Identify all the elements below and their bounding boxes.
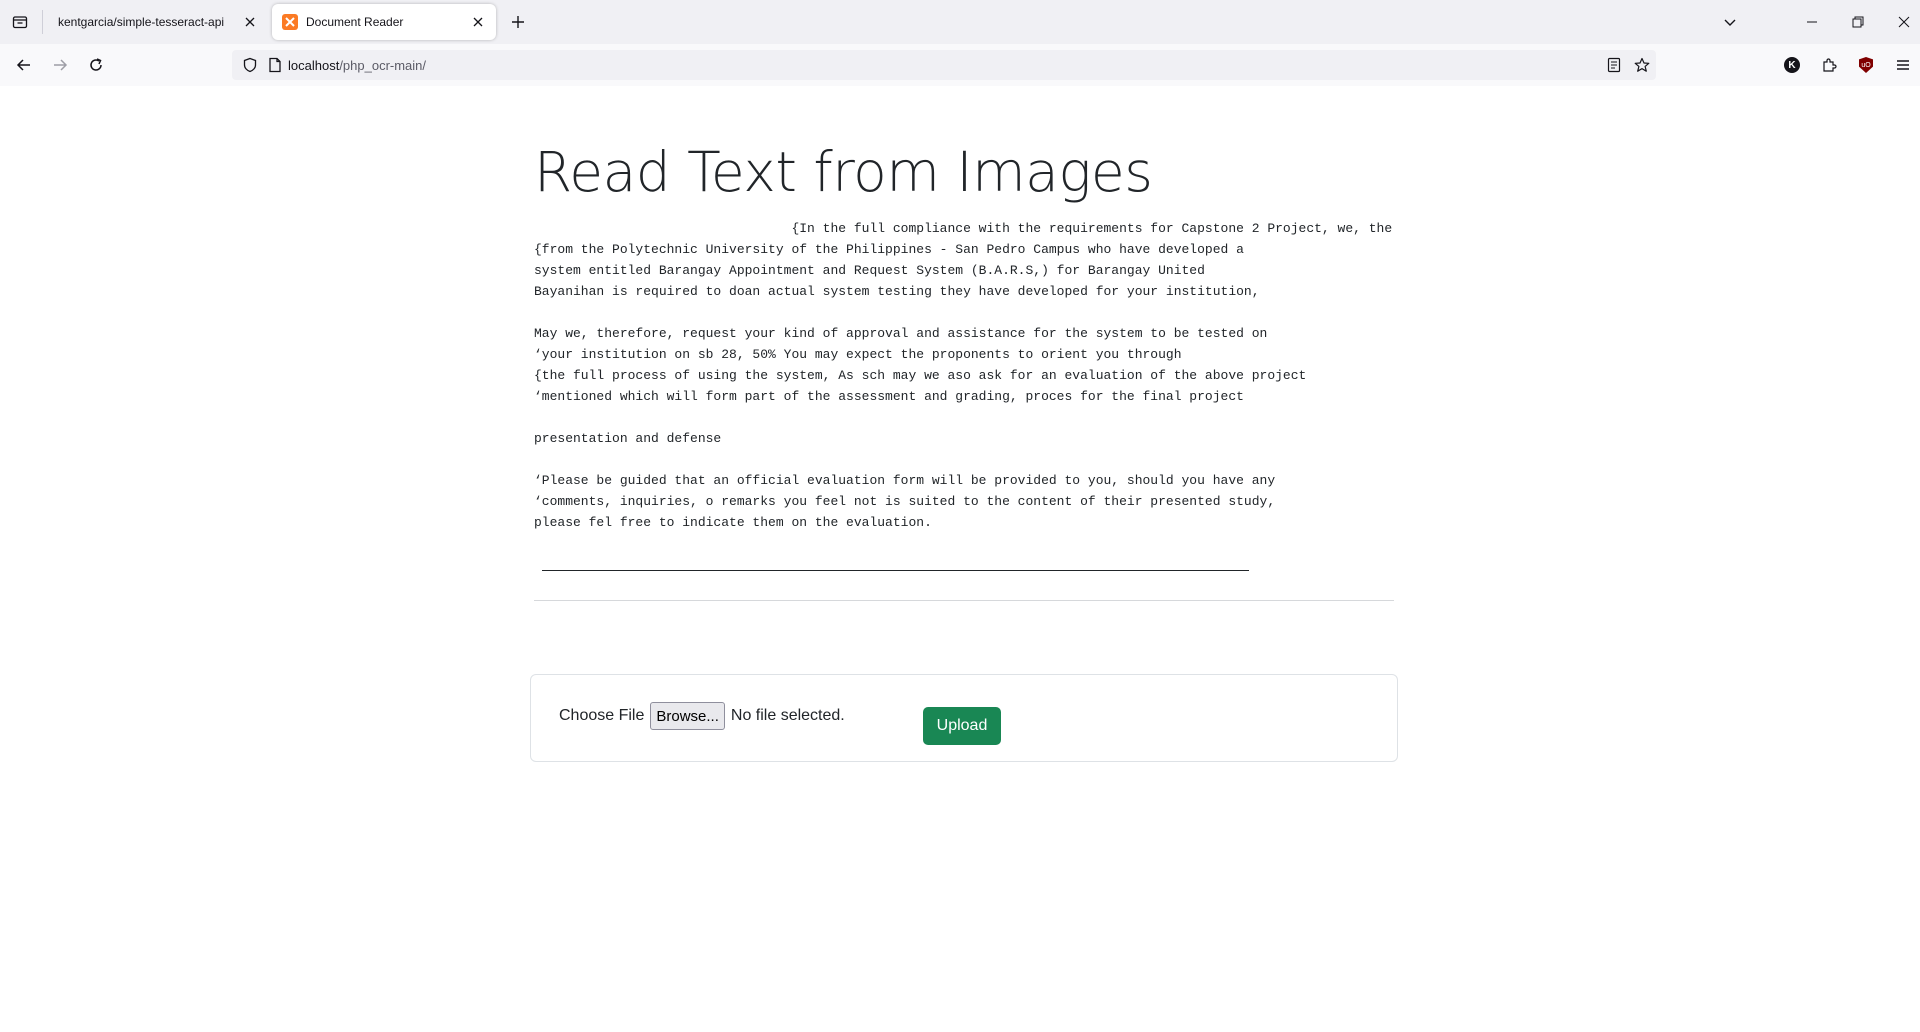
page-title: Read Text from Images xyxy=(534,140,1153,204)
reader-view-icon[interactable] xyxy=(1606,57,1622,73)
tab-title: kentgarcia/simple-tesseract-api xyxy=(58,15,225,29)
star-icon[interactable] xyxy=(1634,57,1650,73)
reload-icon[interactable] xyxy=(84,53,108,77)
chevron-down-icon[interactable] xyxy=(1714,6,1746,38)
shield-icon[interactable] xyxy=(242,57,258,73)
upload-button[interactable]: Upload xyxy=(923,707,1001,745)
choose-file-label: Choose File xyxy=(559,707,645,724)
tab-title: Document Reader xyxy=(306,15,404,29)
plus-icon[interactable] xyxy=(506,10,530,34)
navigation-bar: localhost/php_ocr-main/ K uO xyxy=(0,44,1920,86)
tab-separator xyxy=(42,10,43,34)
tab-list-icon[interactable] xyxy=(8,10,32,34)
restore-icon[interactable] xyxy=(1842,6,1874,38)
url-bar[interactable]: localhost/php_ocr-main/ xyxy=(232,50,1656,80)
ocr-result-text: {In the full compliance with the require… xyxy=(534,221,1393,530)
signature-underline xyxy=(542,570,1249,571)
url-text[interactable]: localhost/php_ocr-main/ xyxy=(288,58,426,73)
browse-button[interactable]: Browse... xyxy=(650,702,725,730)
ublock-badge: uO xyxy=(1859,57,1873,73)
tab-github[interactable]: kentgarcia/simple-tesseract-api xyxy=(48,4,268,40)
puzzle-icon[interactable] xyxy=(1819,55,1839,75)
url-path: /php_ocr-main/ xyxy=(339,57,427,73)
file-status-text: No file selected. xyxy=(730,707,845,724)
xampp-favicon-icon xyxy=(282,14,298,30)
file-input[interactable]: Choose File Browse... No file selected. xyxy=(559,701,845,731)
account-avatar: K xyxy=(1784,57,1800,73)
url-host: localhost xyxy=(288,57,340,73)
upload-form: Choose File Browse... No file selected. … xyxy=(530,674,1398,762)
close-icon[interactable] xyxy=(242,14,258,30)
page-content: Read Text from Images {In the full compl… xyxy=(0,86,1920,1032)
page-icon[interactable] xyxy=(268,57,282,73)
minimize-icon[interactable] xyxy=(1796,6,1828,38)
hamburger-icon[interactable] xyxy=(1893,55,1913,75)
account-k-icon[interactable]: K xyxy=(1782,55,1802,75)
ublock-icon[interactable]: uO xyxy=(1856,55,1876,75)
close-icon[interactable] xyxy=(470,14,486,30)
horizontal-divider xyxy=(534,600,1394,601)
arrow-left-icon[interactable] xyxy=(12,53,36,77)
tab-bar: kentgarcia/simple-tesseract-api Document… xyxy=(0,0,1920,44)
window-close-icon[interactable] xyxy=(1888,6,1920,38)
arrow-right-icon[interactable] xyxy=(48,53,72,77)
tab-document-reader[interactable]: Document Reader xyxy=(272,4,496,40)
